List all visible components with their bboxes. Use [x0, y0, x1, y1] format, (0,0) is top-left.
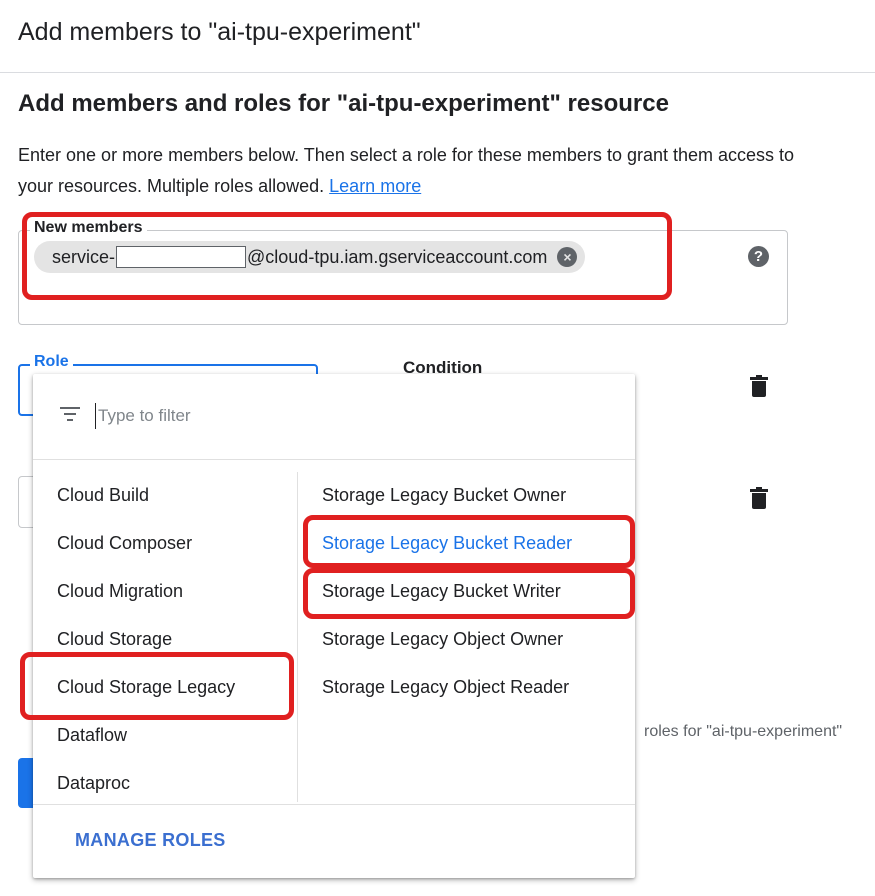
roles-for-text: roles for "ai-tpu-experiment" [644, 723, 843, 740]
close-icon[interactable]: × [557, 247, 578, 267]
dropdown-column-divider [297, 472, 298, 802]
dropdown-divider [33, 804, 635, 805]
header-divider [0, 72, 875, 73]
trash-icon[interactable] [750, 487, 768, 509]
category-dataflow[interactable]: Dataflow [57, 725, 127, 746]
section-title: Add members and roles for "ai-tpu-experi… [18, 90, 669, 117]
dialog-title: Add members to "ai-tpu-experiment" [18, 18, 421, 46]
category-dataproc[interactable]: Dataproc [57, 773, 130, 794]
category-cloud-migration[interactable]: Cloud Migration [57, 581, 183, 602]
category-cloud-composer[interactable]: Cloud Composer [57, 533, 192, 554]
role-option-object-owner[interactable]: Storage Legacy Object Owner [322, 629, 563, 650]
role-option-bucket-reader[interactable]: Storage Legacy Bucket Reader [322, 533, 572, 554]
redacted-box [116, 246, 247, 268]
learn-more-link[interactable]: Learn more [329, 176, 421, 196]
section-description: Enter one or more members below. Then se… [18, 140, 818, 202]
category-cloud-storage[interactable]: Cloud Storage [57, 629, 172, 650]
new-members-label: New members [30, 219, 147, 237]
member-chip[interactable]: service- @cloud-tpu.iam.gserviceaccount.c… [34, 241, 586, 273]
help-icon[interactable]: ? [748, 246, 769, 267]
category-cloud-storage-legacy[interactable]: Cloud Storage Legacy [57, 677, 235, 698]
role-option-object-reader[interactable]: Storage Legacy Object Reader [322, 677, 569, 698]
role-dropdown [33, 374, 635, 878]
category-cloud-build[interactable]: Cloud Build [57, 485, 149, 506]
manage-roles-button[interactable]: MANAGE ROLES [75, 830, 226, 851]
role-option-bucket-writer[interactable]: Storage Legacy Bucket Writer [322, 581, 561, 602]
trash-icon[interactable] [750, 375, 768, 397]
role-label: Role [30, 353, 73, 371]
filter-input[interactable] [95, 403, 595, 429]
filter-icon [60, 407, 80, 421]
dropdown-divider [33, 459, 635, 460]
member-chip-suffix: @cloud-tpu.iam.gserviceaccount.com [247, 246, 548, 267]
member-chip-prefix: service- [52, 246, 116, 267]
role-option-bucket-owner[interactable]: Storage Legacy Bucket Owner [322, 485, 566, 506]
